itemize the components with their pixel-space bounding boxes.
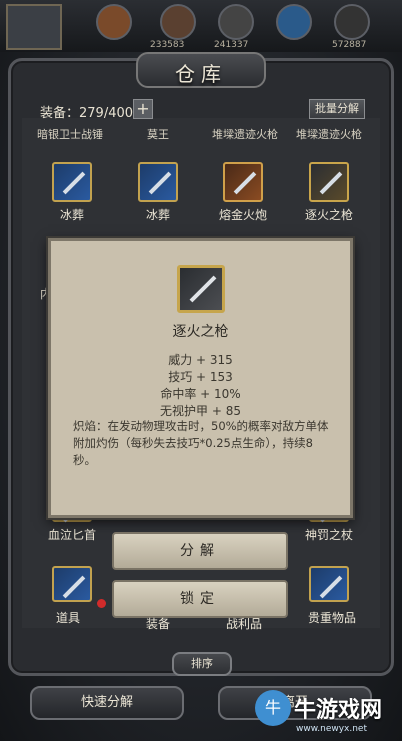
resource-icon-5[interactable] bbox=[334, 4, 370, 40]
watermark-url: www.newyx.net bbox=[296, 724, 368, 734]
top-strip: 233583 241337 572887 bbox=[0, 0, 402, 52]
item-label-cut: 莫王 bbox=[147, 128, 169, 141]
spear-icon bbox=[138, 162, 178, 202]
item-name: 冰葬 bbox=[145, 208, 170, 222]
equip-count: 装备：279/400 bbox=[40, 106, 134, 121]
top-number-2: 241337 bbox=[214, 40, 249, 50]
item-label-cut: 堆墚遗迹火枪 bbox=[296, 128, 362, 141]
watermark-text: 牛游戏网 bbox=[294, 698, 383, 723]
cannon-icon bbox=[223, 162, 263, 202]
resource-icon-3[interactable] bbox=[218, 4, 254, 40]
batch-dismantle-button[interactable]: 批量分解 bbox=[309, 99, 365, 119]
inventory-item[interactable]: 熔金火炮 bbox=[203, 162, 283, 223]
item-detail-popup: 逐火之枪 威力 + 315 技巧 + 153 命中率 + 10% 无视护甲 + … bbox=[48, 238, 353, 518]
item-name: 血泣匕首 bbox=[47, 528, 96, 542]
top-number-1: 233583 bbox=[150, 40, 185, 50]
popup-description: 炽焰：在发动物理攻击时，50%的概率对敌方单体附加灼伤（每秒失去技巧*0.25点… bbox=[73, 419, 329, 467]
item-name: 熔金火炮 bbox=[218, 208, 267, 222]
dagger-icon[interactable] bbox=[52, 566, 92, 602]
notification-dot bbox=[97, 599, 106, 608]
tab-items[interactable]: 道具 bbox=[56, 609, 80, 626]
dismantle-button[interactable]: 分解 bbox=[112, 532, 288, 570]
inventory-item[interactable]: 冰葬 bbox=[32, 162, 112, 223]
resource-icon-1[interactable] bbox=[96, 4, 132, 40]
expand-capacity-button[interactable]: + bbox=[133, 99, 153, 119]
popup-stat: 命中率 + 10% bbox=[160, 387, 241, 401]
tab-loot[interactable]: 战利品 bbox=[226, 615, 262, 632]
spear-icon bbox=[52, 162, 92, 202]
staff-icon[interactable] bbox=[309, 566, 349, 602]
popup-stat: 技巧 + 153 bbox=[168, 370, 233, 384]
item-name: 逐火之枪 bbox=[304, 208, 353, 222]
tab-equipment[interactable]: 装备 bbox=[146, 615, 170, 632]
top-number-3: 572887 bbox=[332, 40, 367, 50]
item-name: 冰葬 bbox=[59, 208, 84, 222]
spear-icon bbox=[177, 265, 225, 313]
resource-icon-4[interactable] bbox=[276, 4, 312, 40]
player-avatar[interactable] bbox=[6, 4, 62, 50]
watermark-logo-icon: 牛 bbox=[255, 690, 291, 726]
tab-valuables[interactable]: 贵重物品 bbox=[308, 609, 356, 626]
spear-icon bbox=[309, 162, 349, 202]
popup-stat: 威力 + 315 bbox=[168, 353, 233, 367]
resource-icon-2[interactable] bbox=[160, 4, 196, 40]
item-name: 神罚之杖 bbox=[304, 528, 353, 542]
quick-dismantle-button[interactable]: 快速分解 bbox=[30, 686, 184, 720]
inventory-item[interactable]: 逐火之枪 bbox=[289, 162, 369, 223]
lock-button[interactable]: 锁定 bbox=[112, 580, 288, 618]
inventory-item[interactable]: 冰葬 bbox=[118, 162, 198, 223]
item-label-cut: 暗银卫士战锤 bbox=[37, 128, 103, 141]
page-title: 仓库 bbox=[175, 62, 227, 86]
popup-stat: 无视护甲 + 85 bbox=[160, 404, 241, 418]
sort-button[interactable]: 排序 bbox=[172, 652, 232, 676]
popup-item-name: 逐火之枪 bbox=[172, 324, 229, 340]
item-label-cut: 堆墚遗迹火枪 bbox=[212, 128, 278, 141]
